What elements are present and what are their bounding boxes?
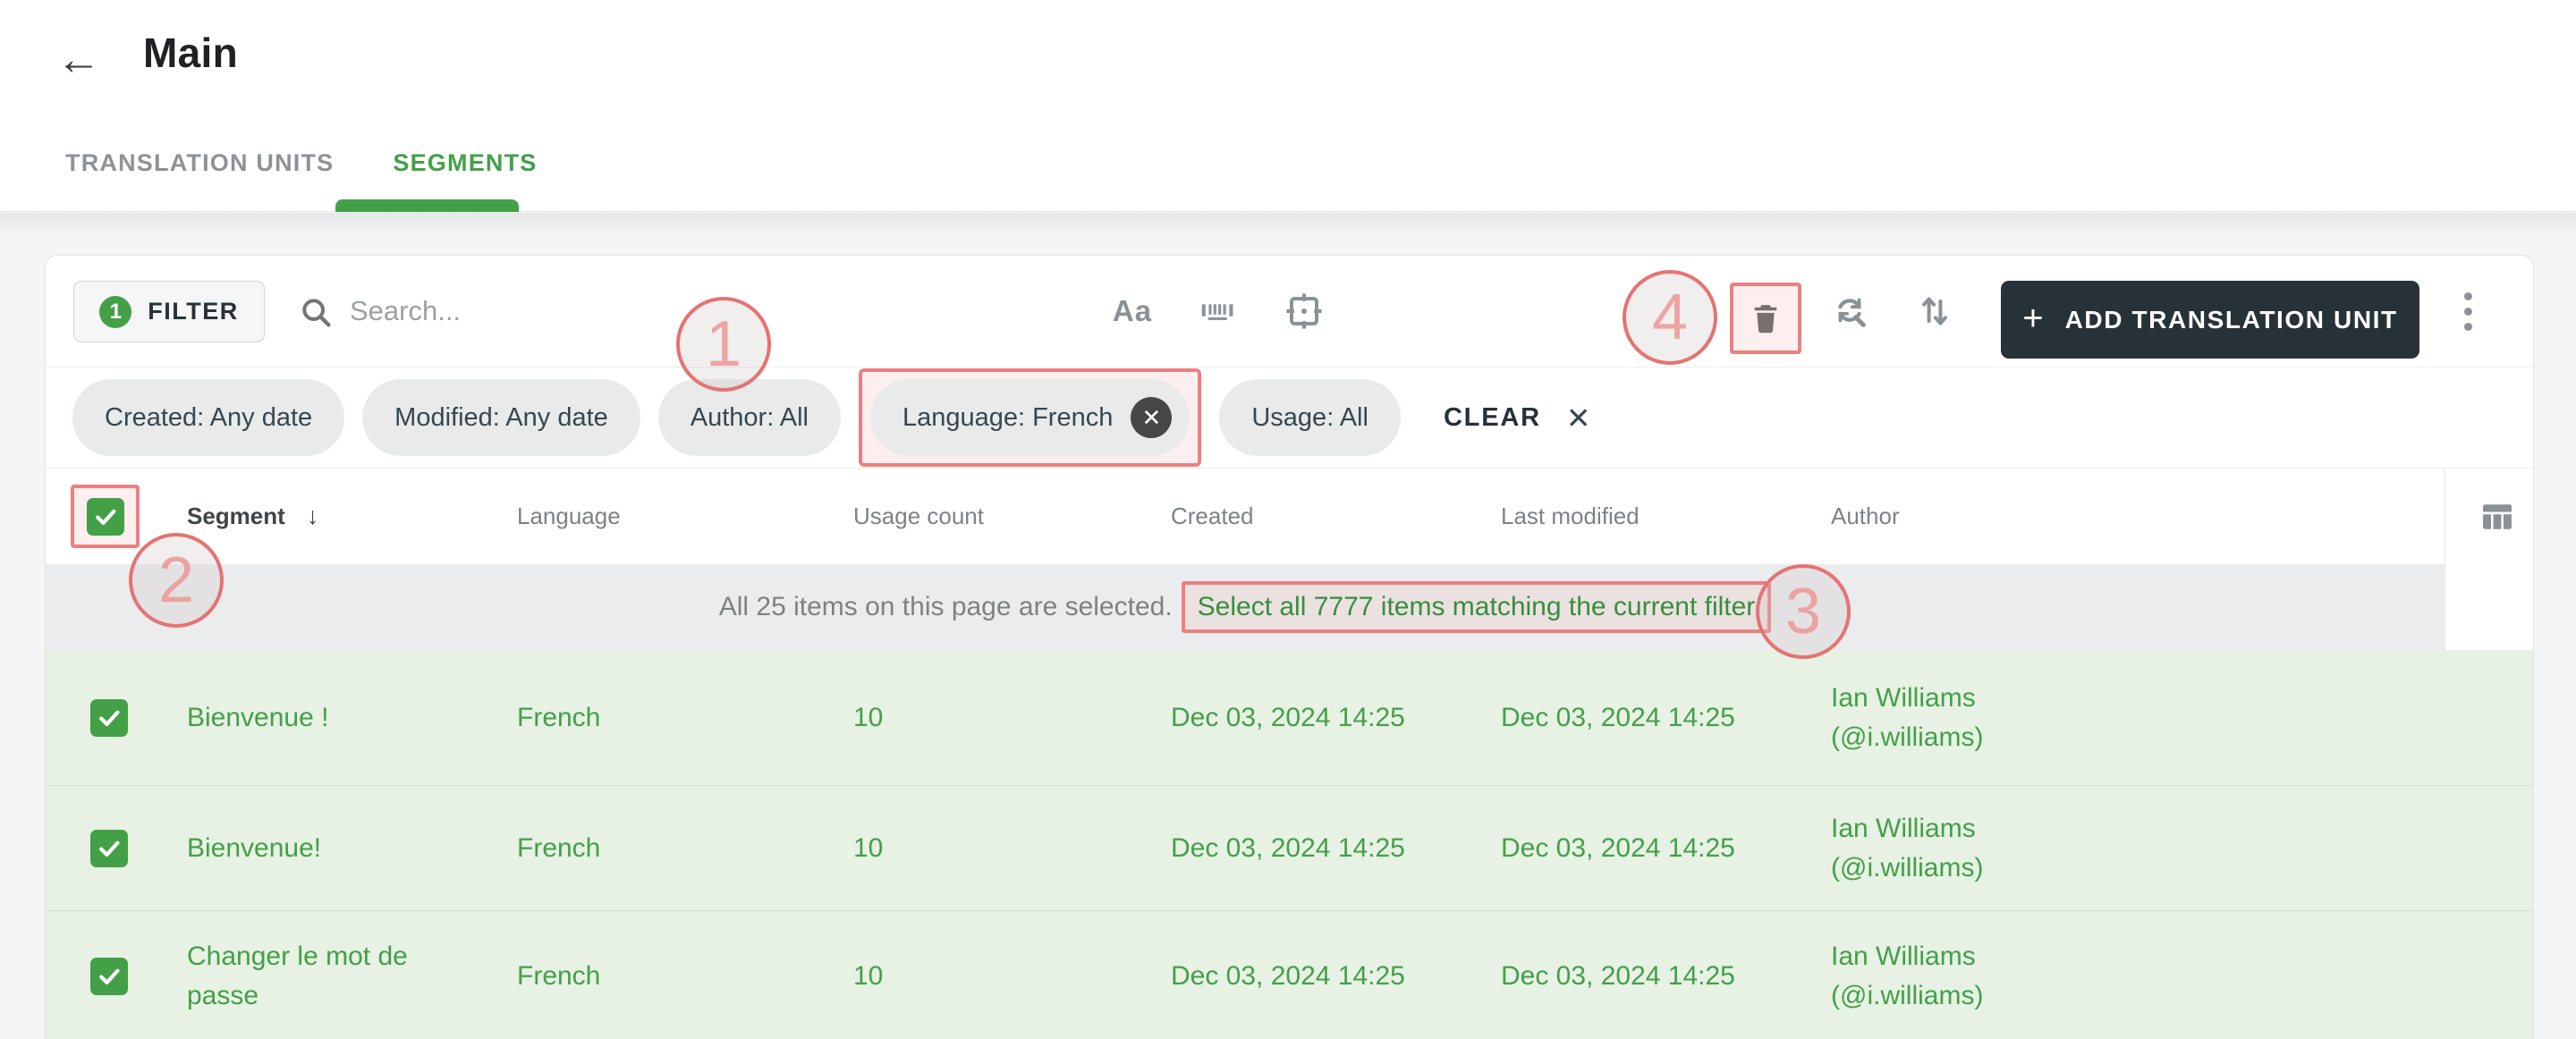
table-row[interactable]: Changer le mot de passe French 10 Dec 03… bbox=[46, 910, 2533, 1039]
selection-banner-pinned-cell bbox=[2445, 564, 2533, 650]
chip-modified[interactable]: Modified: Any date bbox=[362, 379, 640, 456]
sort-desc-icon: ↓ bbox=[306, 503, 319, 529]
segment-text: Bienvenue ! bbox=[187, 702, 329, 732]
segment-text: Changer le mot de passe bbox=[187, 941, 408, 1010]
columns-settings-icon[interactable] bbox=[2478, 497, 2517, 536]
exact-match-icon[interactable] bbox=[1273, 283, 1335, 340]
language-cell: French bbox=[517, 832, 601, 863]
segment-text: Bienvenue! bbox=[187, 832, 322, 863]
page-title: Main bbox=[143, 30, 238, 76]
usage-count-cell: 10 bbox=[853, 960, 884, 991]
author-cell: Ian Williams (@i.williams) bbox=[1831, 937, 2445, 1016]
selection-banner: All 25 items on this page are selected. … bbox=[46, 564, 2533, 650]
table-row[interactable]: Bienvenue! French 10 Dec 03, 2024 14:25 … bbox=[46, 785, 2533, 910]
selection-banner-main: All 25 items on this page are selected. … bbox=[46, 564, 2445, 650]
sort-order-icon[interactable] bbox=[1903, 283, 1966, 340]
add-translation-unit-label: ADD TRANSLATION UNIT bbox=[2064, 305, 2398, 334]
close-icon: ✕ bbox=[1565, 401, 1591, 435]
delete-highlight-box bbox=[1730, 283, 1801, 354]
find-replace-icon[interactable] bbox=[1818, 283, 1881, 340]
back-arrow-icon[interactable]: ← bbox=[50, 30, 107, 88]
clear-filters-button[interactable]: CLEAR ✕ bbox=[1444, 401, 1591, 435]
language-cell: French bbox=[517, 702, 601, 732]
active-tab-indicator bbox=[335, 199, 519, 212]
modified-cell: Dec 03, 2024 14:25 bbox=[1501, 832, 1735, 863]
clear-label: CLEAR bbox=[1443, 402, 1541, 432]
toolbar: 1 FILTER Aa bbox=[46, 256, 2533, 367]
segments-panel: 1 FILTER Aa bbox=[45, 255, 2534, 1039]
add-translation-unit-button[interactable]: + ADD TRANSLATION UNIT bbox=[2001, 281, 2419, 359]
pinned-column-header bbox=[2445, 469, 2533, 564]
modified-cell: Dec 03, 2024 14:25 bbox=[1501, 960, 1735, 991]
column-header-usage[interactable]: Usage count bbox=[853, 503, 1171, 530]
filter-count-badge: 1 bbox=[99, 295, 132, 328]
select-all-checkbox[interactable] bbox=[86, 497, 124, 536]
tab-bar: TRANSLATION UNITS SEGMENTS bbox=[65, 134, 538, 191]
author-name: Ian Williams bbox=[1831, 941, 1976, 971]
created-cell: Dec 03, 2024 14:25 bbox=[1171, 702, 1405, 732]
trash-icon[interactable] bbox=[1747, 300, 1784, 337]
column-header-author[interactable]: Author bbox=[1831, 503, 2445, 530]
row-checkbox[interactable] bbox=[90, 829, 128, 867]
modified-cell: Dec 03, 2024 14:25 bbox=[1501, 702, 1735, 732]
selection-banner-text: All 25 items on this page are selected. bbox=[718, 592, 1173, 621]
filter-button[interactable]: 1 FILTER bbox=[73, 281, 265, 342]
chip-language[interactable]: Language: French ✕ bbox=[869, 379, 1191, 456]
usage-count-cell: 10 bbox=[853, 702, 884, 732]
tab-segments[interactable]: SEGMENTS bbox=[393, 134, 537, 191]
column-header-segment[interactable]: Segment ↓ bbox=[187, 503, 517, 530]
page-header: ← Main TRANSLATION UNITS SEGMENTS bbox=[0, 0, 2576, 212]
select-all-link-highlight-box: Select all 7777 items matching the curre… bbox=[1181, 581, 1772, 633]
chip-remove-icon[interactable]: ✕ bbox=[1131, 397, 1173, 438]
column-header-modified[interactable]: Last modified bbox=[1501, 503, 1831, 530]
column-header-language[interactable]: Language bbox=[517, 503, 853, 530]
author-handle: (@i.williams) bbox=[1831, 722, 1984, 752]
author-handle: (@i.williams) bbox=[1831, 852, 1984, 883]
row-checkbox[interactable] bbox=[90, 698, 128, 737]
table-header: Segment ↓ Language Usage count Created L… bbox=[46, 469, 2533, 564]
select-all-highlight-box bbox=[71, 485, 140, 548]
author-cell: Ian Williams (@i.williams) bbox=[1831, 809, 2445, 888]
search-icon bbox=[299, 295, 335, 331]
table-row[interactable]: Bienvenue ! French 10 Dec 03, 2024 14:25… bbox=[46, 650, 2533, 785]
chip-usage[interactable]: Usage: All bbox=[1219, 379, 1401, 456]
match-case-icon[interactable]: Aa bbox=[1101, 283, 1164, 340]
author-name: Ian Williams bbox=[1831, 813, 1976, 843]
tab-translation-units[interactable]: TRANSLATION UNITS bbox=[65, 134, 334, 191]
barcode-scan-icon[interactable] bbox=[1186, 283, 1249, 340]
author-cell: Ian Williams (@i.williams) bbox=[1831, 679, 2445, 757]
chip-language-label: Language: French bbox=[902, 402, 1114, 432]
search-input[interactable] bbox=[350, 283, 922, 340]
select-all-matching-link[interactable]: Select all 7777 items matching the curre… bbox=[1198, 592, 1756, 621]
usage-count-cell: 10 bbox=[853, 832, 884, 863]
header-shadow bbox=[0, 213, 2576, 236]
filter-chips-row: Created: Any date Modified: Any date Aut… bbox=[46, 367, 2533, 469]
author-name: Ian Williams bbox=[1831, 682, 1976, 713]
more-options-icon[interactable] bbox=[2450, 283, 2486, 340]
created-cell: Dec 03, 2024 14:25 bbox=[1171, 832, 1405, 863]
column-header-created[interactable]: Created bbox=[1171, 503, 1501, 530]
chip-author[interactable]: Author: All bbox=[657, 379, 841, 456]
author-handle: (@i.williams) bbox=[1831, 980, 1984, 1010]
plus-icon: + bbox=[2022, 298, 2044, 338]
language-cell: French bbox=[517, 960, 601, 991]
chip-created[interactable]: Created: Any date bbox=[72, 379, 345, 456]
chip-language-highlight-box: Language: French ✕ bbox=[858, 368, 1202, 467]
created-cell: Dec 03, 2024 14:25 bbox=[1171, 960, 1405, 991]
row-checkbox[interactable] bbox=[90, 957, 128, 995]
filter-button-label: FILTER bbox=[148, 298, 239, 325]
